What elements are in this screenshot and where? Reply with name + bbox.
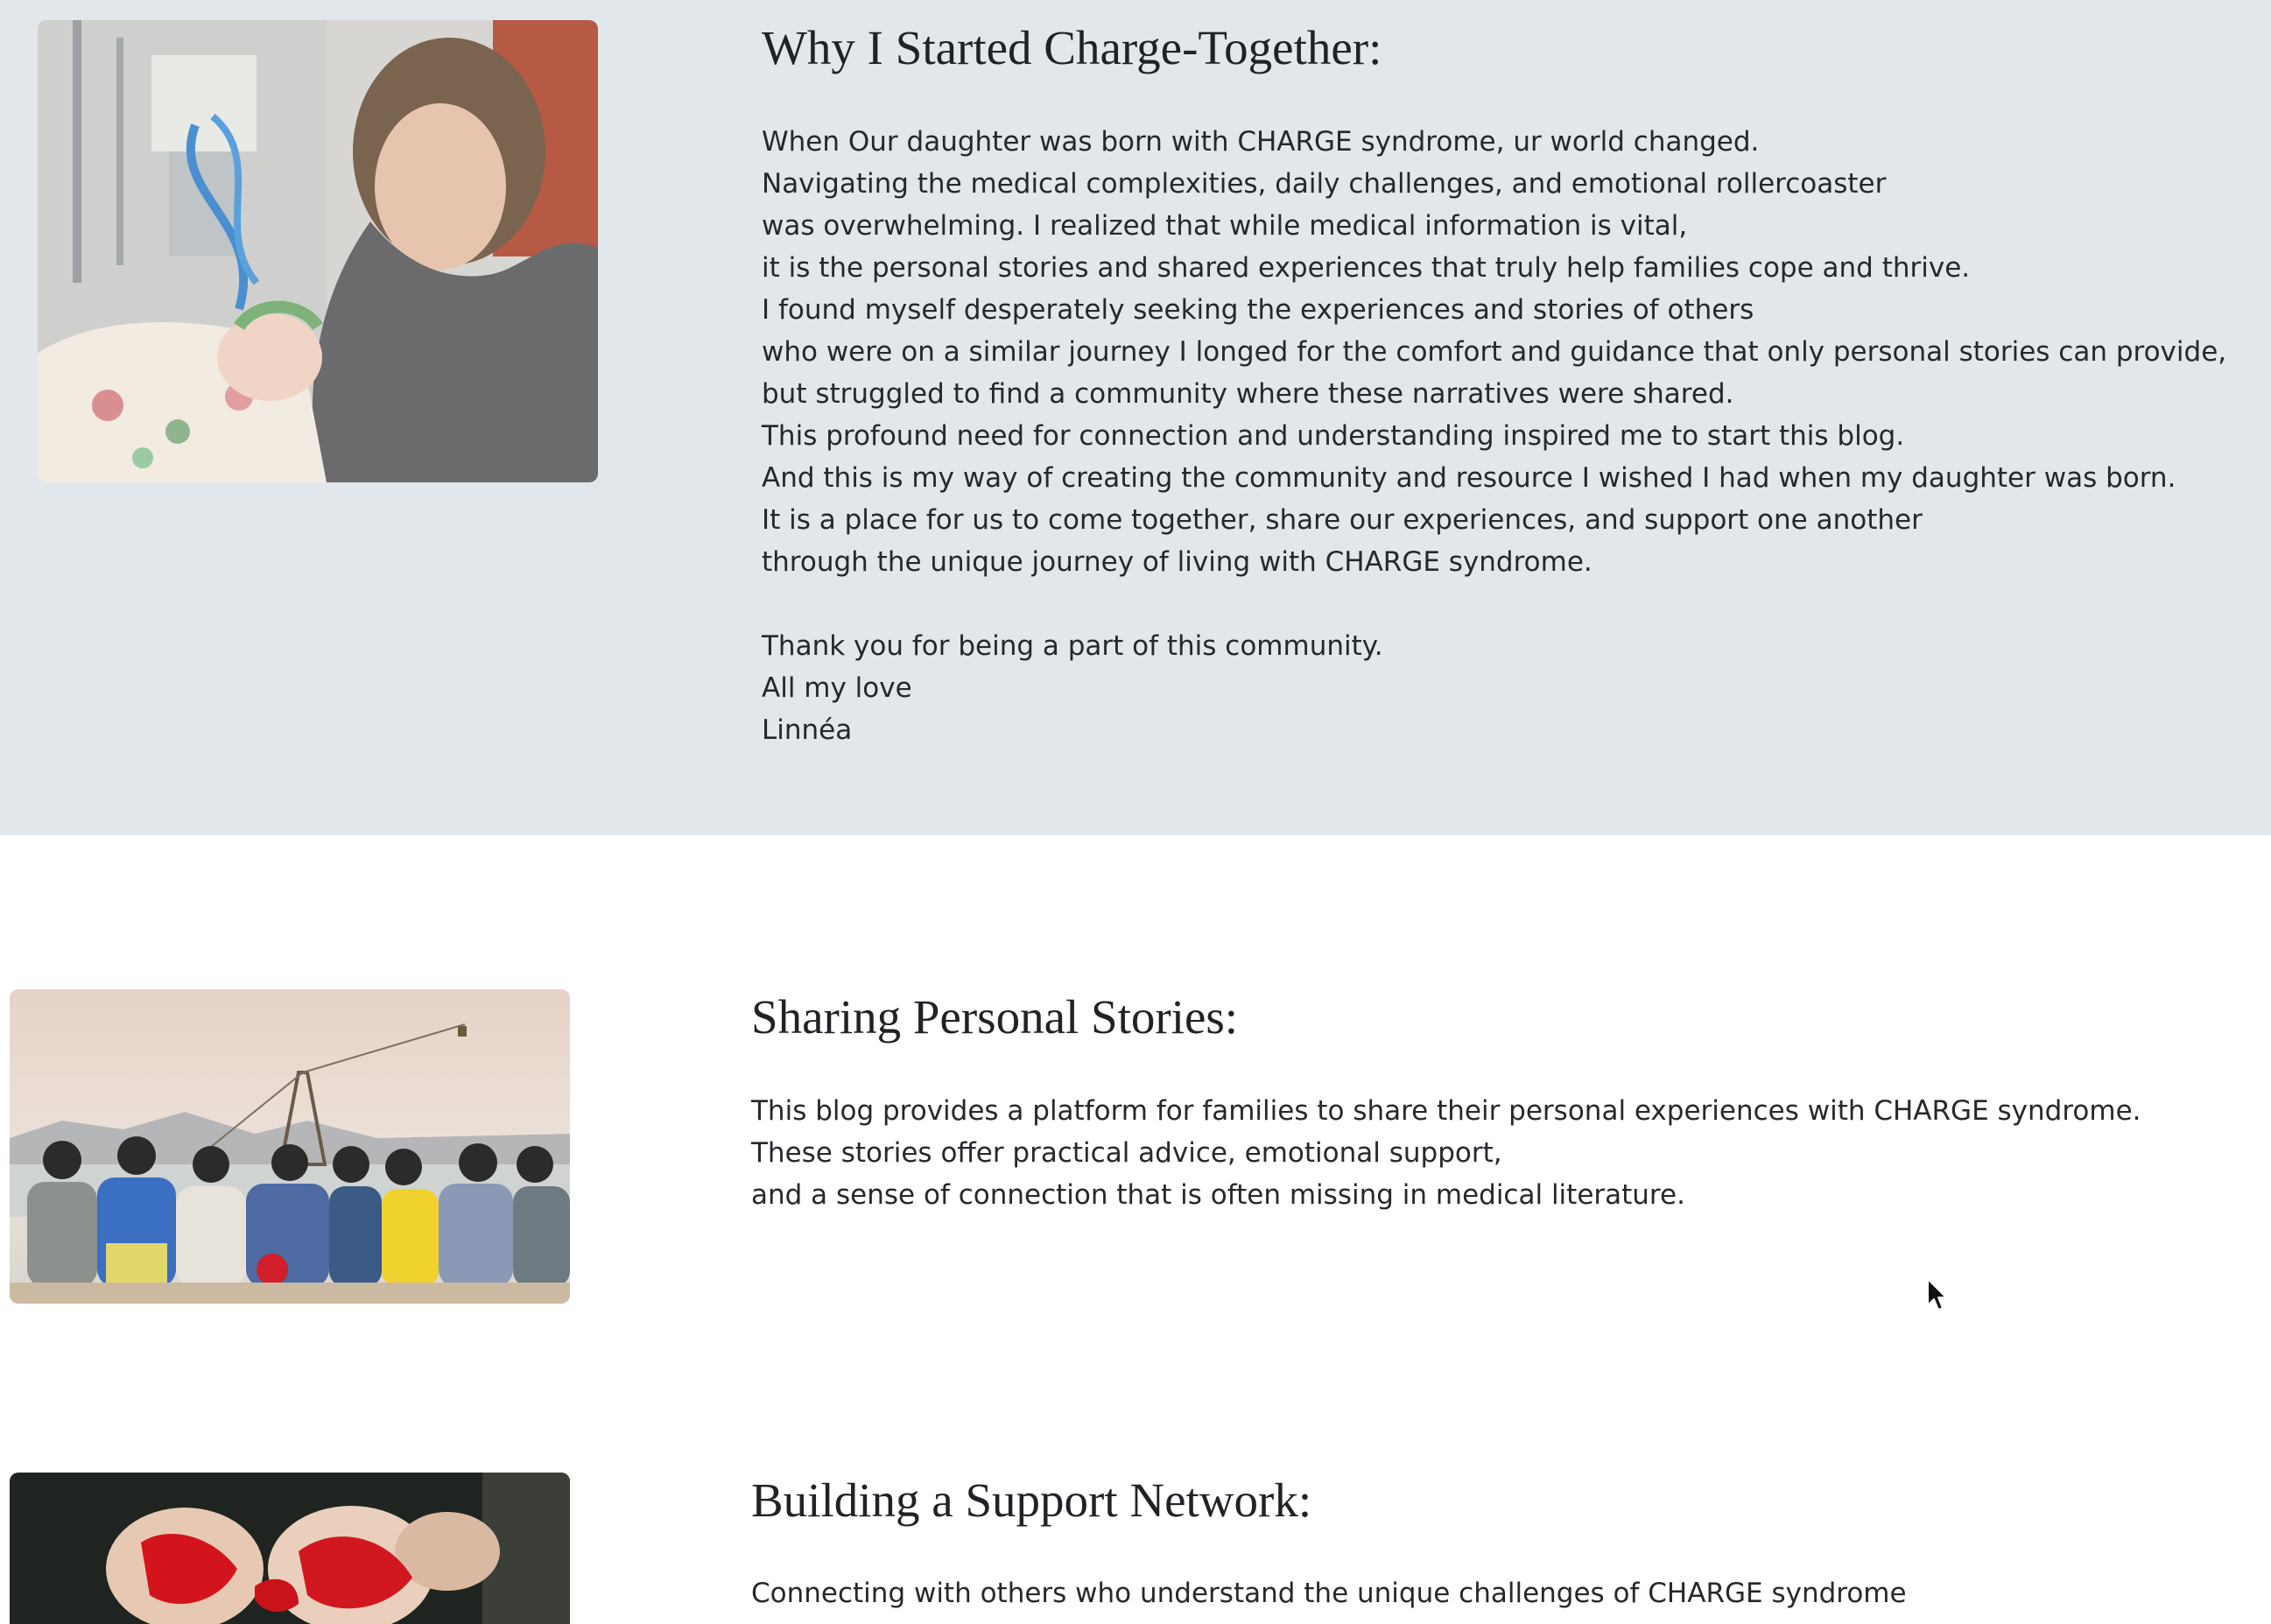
why-started-line: It is a place for us to come together, s… xyxy=(762,504,1923,536)
why-started-line: I found myself desperately seeking the e… xyxy=(762,294,1754,326)
closing-line: All my love xyxy=(762,672,912,704)
why-started-heading: Why I Started Charge-Together: xyxy=(762,21,1382,74)
signature-name: Linnéa xyxy=(762,714,853,746)
why-started-line: but struggled to find a community where … xyxy=(762,378,1734,410)
mouse-cursor-icon xyxy=(1927,1278,1947,1311)
closing-line: Thank you for being a part of this commu… xyxy=(762,630,1383,662)
why-started-line: This profound need for connection and un… xyxy=(762,420,1905,452)
why-started-line: through the unique journey of living wit… xyxy=(762,546,1593,578)
support-network-body: Connecting with others who understand th… xyxy=(751,1572,1907,1614)
sharing-stories-line: These stories offer practical advice, em… xyxy=(751,1137,1502,1169)
why-started-body: When Our daughter was born with CHARGE s… xyxy=(762,121,2226,751)
red-painted-hands-photo xyxy=(10,1473,570,1624)
why-started-line: who were on a similar journey I longed f… xyxy=(762,336,2227,368)
why-started-line: And this is my way of creating the commu… xyxy=(762,462,2176,494)
why-started-line: Navigating the medical complexities, dai… xyxy=(762,168,1887,200)
why-started-line: was overwhelming. I realized that while … xyxy=(762,210,1688,242)
mother-newborn-photo xyxy=(38,20,598,482)
friends-arm-in-arm-photo xyxy=(10,989,570,1304)
support-network-line: Connecting with others who understand th… xyxy=(751,1578,1907,1609)
why-started-line: When Our daughter was born with CHARGE s… xyxy=(762,126,1760,158)
sharing-stories-body: This blog provides a platform for famili… xyxy=(751,1090,2141,1216)
sharing-stories-line: and a sense of connection that is often … xyxy=(751,1179,1685,1211)
support-network-heading: Building a Support Network: xyxy=(751,1473,1312,1527)
sharing-stories-heading: Sharing Personal Stories: xyxy=(751,990,1239,1044)
why-started-line: it is the personal stories and shared ex… xyxy=(762,252,1971,284)
sharing-stories-line: This blog provides a platform for famili… xyxy=(751,1095,2141,1127)
